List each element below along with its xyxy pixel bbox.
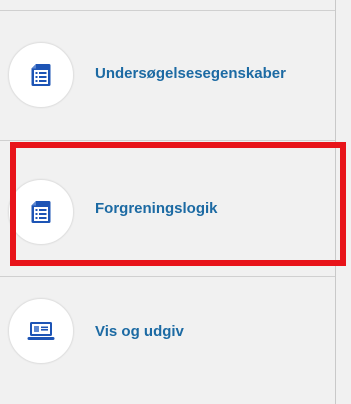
icon-circle (8, 42, 74, 108)
document-list-icon (31, 64, 51, 86)
laptop-preview-icon (27, 322, 55, 340)
icon-circle (8, 179, 74, 245)
menu-item-label: Undersøgelsesegenskaber (95, 65, 286, 82)
menu-item-branching-logic[interactable]: Forgreningslogik (0, 141, 335, 269)
menu-item-preview-publish[interactable]: Vis og udgiv (0, 277, 335, 404)
menu-item-survey-properties[interactable]: Undersøgelsesegenskaber (0, 11, 335, 139)
icon-circle (8, 298, 74, 364)
side-menu-panel: Undersøgelsesegenskaber Forgreningslogik (0, 0, 336, 404)
menu-item-label: Forgreningslogik (95, 200, 218, 217)
menu-item-label: Vis og udgiv (95, 323, 184, 340)
document-list-icon (31, 201, 51, 223)
